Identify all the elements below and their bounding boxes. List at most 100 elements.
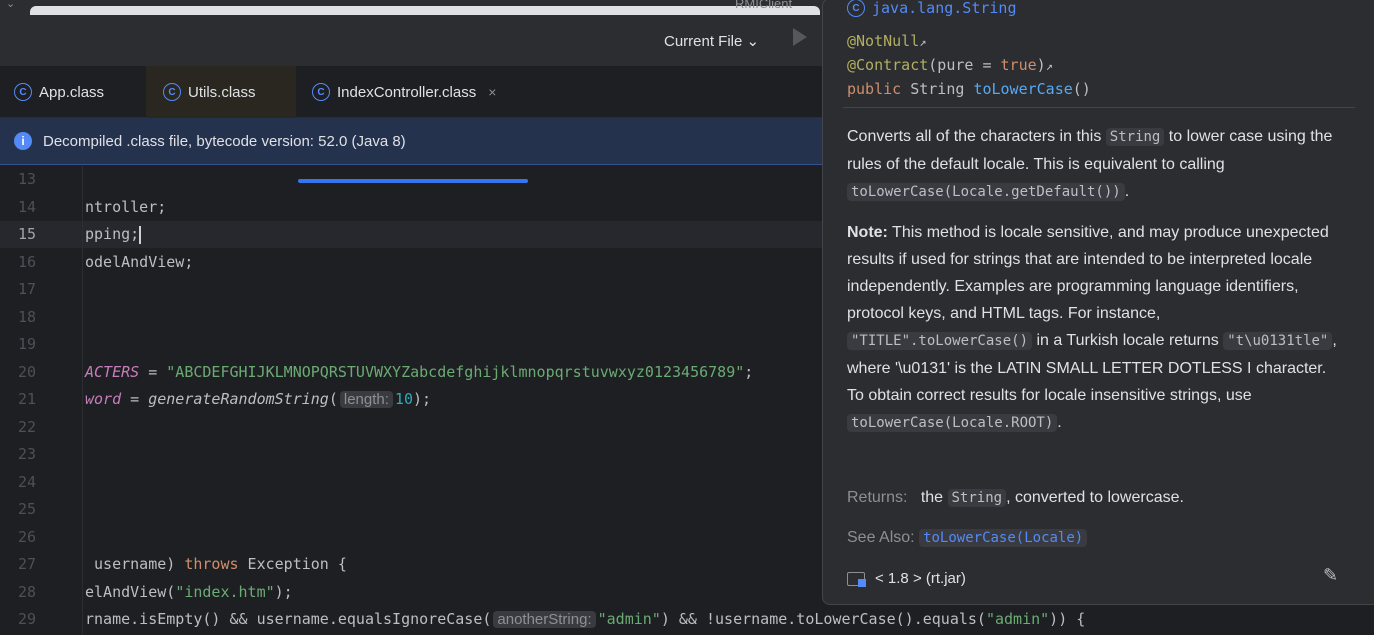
tab-app-class[interactable]: C App.class xyxy=(0,66,146,118)
line-number[interactable]: 25 xyxy=(0,496,36,523)
code-line[interactable]: 29 rname.isEmpty() && username.equalsIgno… xyxy=(0,606,1374,633)
code-text: ACTERS = "ABCDEFGHIJKLMNOPQRSTUVWXYZabcd… xyxy=(85,359,753,386)
tab-label: IndexController.class xyxy=(337,83,477,101)
annotation-notnull[interactable]: @NotNull xyxy=(847,32,919,50)
line-number[interactable]: 15 xyxy=(0,221,36,248)
toolbar: Current File ⌄ xyxy=(0,15,822,66)
divider xyxy=(843,107,1355,108)
editor-tabs: C App.class C Utils.class C IndexController… xyxy=(0,66,822,183)
code-token: )) { xyxy=(1049,610,1086,628)
doc-signature: @NotNull↗ @Contract(pure = true)↗ public… xyxy=(847,30,1091,101)
line-number[interactable]: 20 xyxy=(0,359,36,386)
code-text: elAndView("index.htm"); xyxy=(85,579,293,606)
code: String xyxy=(1105,128,1165,146)
code-token: = xyxy=(121,390,149,408)
text: . xyxy=(1057,414,1062,431)
banner-text: Decompiled .class file, bytecode version… xyxy=(43,132,406,150)
line-number[interactable]: 16 xyxy=(0,249,36,276)
edit-pencil-icon[interactable]: ✎ xyxy=(1323,565,1338,586)
class-icon: C xyxy=(14,83,32,101)
text: Converts all of the characters in this xyxy=(847,128,1106,145)
code: toLowerCase(Locale.ROOT) xyxy=(847,414,1058,432)
run-icon[interactable] xyxy=(793,28,807,46)
code: toLowerCase(Locale.getDefault()) xyxy=(847,183,1125,201)
returns-label: Returns: xyxy=(847,489,908,506)
returns-text: , converted to lowercase. xyxy=(1006,489,1184,506)
line-number[interactable]: 18 xyxy=(0,304,36,331)
code-token: username) xyxy=(85,555,185,573)
class-icon: C xyxy=(312,83,330,101)
code-token: "admin" xyxy=(597,610,661,628)
gutter-divider xyxy=(82,166,83,635)
line-number[interactable]: 19 xyxy=(0,331,36,358)
doc-class[interactable]: Cjava.lang.String xyxy=(847,0,1017,17)
annotation-close: ) xyxy=(1036,56,1046,74)
code-text: ntroller; xyxy=(85,194,166,221)
tab-indexcontroller-class[interactable]: C IndexController.class × xyxy=(296,66,528,118)
line-number[interactable]: 23 xyxy=(0,441,36,468)
code-token: pping; xyxy=(85,225,140,243)
line-number[interactable]: 24 xyxy=(0,469,36,496)
line-number[interactable]: 27 xyxy=(0,551,36,578)
code-token: odelAndView; xyxy=(85,252,194,271)
code: "TITLE".toLowerCase() xyxy=(847,332,1033,350)
text: . xyxy=(1124,183,1130,200)
decompiled-banner: i Decompiled .class file, bytecode versi… xyxy=(0,118,822,165)
code-token: elAndView( xyxy=(85,582,176,601)
info-icon: i xyxy=(14,132,32,150)
line-number[interactable]: 17 xyxy=(0,276,36,303)
background-window-title: RMIClient xyxy=(735,0,793,11)
tab-label: App.class xyxy=(39,83,105,101)
text-caret xyxy=(139,225,142,244)
code-text: username) throws Exception { xyxy=(85,551,347,578)
code-text: word = generateRandomString(length: 10); xyxy=(85,386,431,413)
close-icon[interactable]: × xyxy=(488,84,496,100)
line-number[interactable]: 13 xyxy=(0,166,36,193)
doc-library: < 1.8 > (rt.jar) xyxy=(847,570,966,587)
code: "t\u0131tle" xyxy=(1223,332,1333,350)
text: in a Turkish locale returns xyxy=(1032,332,1224,349)
code-text: pping; xyxy=(85,221,142,248)
line-number[interactable]: 26 xyxy=(0,524,36,551)
returns-code: String xyxy=(947,489,1007,507)
code-token: ); xyxy=(274,582,293,601)
chevron-down-icon[interactable]: ⌄ xyxy=(6,0,15,10)
annotation-contract[interactable]: @Contract xyxy=(847,56,928,74)
code-token: rname.isEmpty() && username.equalsIgnore… xyxy=(85,610,492,628)
parameter-hint: length: xyxy=(339,391,393,408)
line-number[interactable]: 22 xyxy=(0,414,36,441)
sig-modifier: public xyxy=(847,80,902,98)
code-token: ( xyxy=(328,390,338,408)
line-number[interactable]: 28 xyxy=(0,579,36,606)
line-number[interactable]: 29 xyxy=(0,606,36,633)
parameter-hint: anotherString: xyxy=(493,611,596,628)
code-token: "index.htm" xyxy=(175,582,275,601)
code-token: = xyxy=(139,362,167,381)
sig-parens: () xyxy=(1072,80,1091,98)
see-also-link[interactable]: toLowerCase(Locale) xyxy=(919,529,1088,547)
code-token: generateRandomString xyxy=(148,390,329,408)
note-label: Note: xyxy=(847,224,888,241)
more-options-icon[interactable]: ⋮ xyxy=(1367,563,1374,584)
returns-text: the xyxy=(920,489,948,506)
sig-type: String xyxy=(901,80,974,98)
tab-label: Utils.class xyxy=(188,83,256,101)
doc-returns: Returns: the String, converted to lowerc… xyxy=(847,489,1184,507)
class-icon: C xyxy=(847,0,865,17)
line-number[interactable]: 21 xyxy=(0,386,36,413)
code-token: ACTERS xyxy=(85,362,140,381)
code-token: Exception { xyxy=(238,555,347,573)
run-config-dropdown[interactable]: Current File ⌄ xyxy=(664,32,759,50)
external-link-icon[interactable]: ↗ xyxy=(919,35,926,49)
tab-utils-class[interactable]: C Utils.class xyxy=(146,66,296,118)
run-config-label: Current File xyxy=(664,33,743,50)
code-token: ); xyxy=(412,390,432,408)
text: This method is locale sensitive, and may… xyxy=(847,224,1329,322)
line-number[interactable]: 14 xyxy=(0,194,36,221)
code-token: throws xyxy=(184,555,239,573)
documentation-popup: Cjava.lang.String @NotNull↗ @Contract(pu… xyxy=(822,0,1374,605)
external-link-icon[interactable]: ↗ xyxy=(1046,59,1053,73)
class-icon: C xyxy=(163,83,181,101)
doc-class-name[interactable]: java.lang.String xyxy=(872,0,1017,17)
code-text: odelAndView; xyxy=(85,249,193,276)
